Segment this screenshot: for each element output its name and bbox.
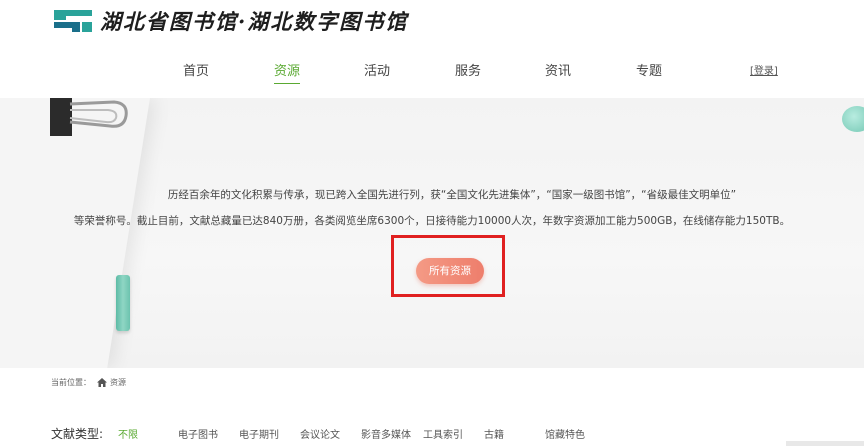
library-logo-icon [54,10,92,32]
description-line-1: 历经百余年的文化积累与传承，现已跨入全国先进行列，获“全国文化先进集体”，“国家… [167,189,737,201]
pushpin-decoration [842,106,864,132]
description-line-2: 等荣誉称号。截止目前，文献总藏量已达840万册，各类阅览坐席6300个，日接待能… [73,215,791,227]
main-nav: 首页 资源 活动 服务 资讯 专题 [0,60,864,84]
library-description: 历经百余年的文化积累与传承，现已跨入全国先进行列，获“全国文化先进集体”，“国家… [0,182,864,234]
breadcrumb-prefix: 当前位置： [51,378,91,387]
filter-option-any[interactable]: 不限 [118,426,138,441]
hero-banner: 历经百余年的文化积累与传承，现已跨入全国先进行列，获“全国文化先进集体”，“国家… [0,98,864,368]
filter-option-ejournals[interactable]: 电子期刊 [239,426,279,441]
filter-option-special-collections[interactable]: 馆藏特色 [545,426,585,441]
logo-text: 湖北省图书馆·湖北数字图书馆 [100,9,409,34]
all-resources-button[interactable]: 所有资源 [416,258,484,284]
nav-activities[interactable]: 活动 [347,60,407,79]
nav-home[interactable]: 首页 [166,60,226,79]
nav-news[interactable]: 资讯 [528,60,588,79]
nav-services[interactable]: 服务 [438,60,498,79]
nav-resources[interactable]: 资源 [257,60,317,84]
breadcrumb-current[interactable]: 资源 [110,377,126,388]
filter-option-ebooks[interactable]: 电子图书 [178,426,218,441]
site-header: 湖北省图书馆·湖北数字图书馆 首页 资源 活动 服务 资讯 专题 [登录] [0,0,864,98]
filter-option-reference-index[interactable]: 工具索引 [423,426,463,441]
home-icon[interactable] [97,378,107,387]
filter-label: 文献类型: [51,427,104,441]
document-type-filter: 文献类型: 不限 电子图书 电子期刊 会议论文 影音多媒体 工具索引 古籍 馆藏… [51,425,864,446]
filter-option-conference-papers[interactable]: 会议论文 [300,426,340,441]
nav-topics[interactable]: 专题 [619,60,679,79]
login-link[interactable]: [登录] [750,62,778,77]
binder-clip-icon [50,98,128,136]
site-logo[interactable]: 湖北省图书馆·湖北数字图书馆 [52,6,408,36]
corner-widget [786,441,864,446]
breadcrumb: 当前位置： 资源 [51,377,126,388]
filter-option-multimedia[interactable]: 影音多媒体 [361,426,411,441]
magnet-decoration [116,275,130,331]
filter-option-ancient-books[interactable]: 古籍 [484,426,504,441]
